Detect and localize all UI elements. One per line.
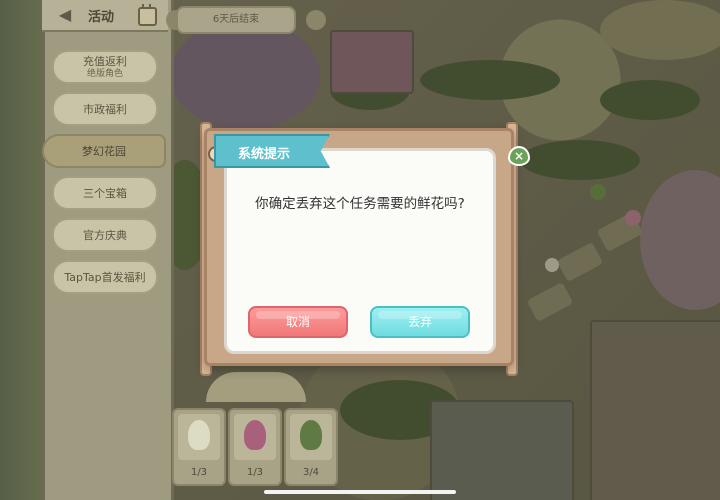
menu-item-label: 三个宝箱 bbox=[83, 187, 127, 200]
dialog-title-tag: 系统提示 bbox=[214, 134, 330, 168]
menu-item-taptap-launch[interactable]: TapTap首发福利 bbox=[52, 260, 158, 294]
close-button[interactable]: × bbox=[508, 146, 530, 166]
event-countdown-banner: 6天后结束 bbox=[176, 6, 296, 34]
item-count: 3/4 bbox=[302, 467, 320, 478]
menu-item-official-celebration[interactable]: 官方庆典 bbox=[52, 218, 158, 252]
back-button[interactable]: ◀ bbox=[54, 6, 76, 24]
menu-item-dream-garden[interactable]: 梦幻花园 bbox=[42, 134, 166, 168]
flower-item-card[interactable]: 3/4 bbox=[284, 408, 338, 486]
menu-item-recharge-rebate[interactable]: 充值返利 绝版角色 bbox=[52, 50, 158, 84]
white-flower-icon bbox=[188, 420, 210, 450]
menu-item-label: 官方庆典 bbox=[83, 229, 127, 242]
dialog-message: 你确定丢弃这个任务需要的鲜花吗? bbox=[255, 196, 465, 212]
menu-item-sublabel: 绝版角色 bbox=[86, 69, 123, 79]
pink-flower-icon bbox=[244, 420, 266, 450]
menu-item-label: 市政福利 bbox=[83, 103, 127, 116]
menu-item-municipal-welfare[interactable]: 市政福利 bbox=[52, 92, 158, 126]
garden-dome bbox=[206, 372, 306, 402]
activity-title: 活动 bbox=[88, 10, 115, 25]
banner-ornament bbox=[306, 10, 326, 30]
flower-item-card[interactable]: 1/3 bbox=[172, 408, 226, 486]
close-icon: × bbox=[513, 149, 525, 163]
arrow-left-icon: ◀ bbox=[58, 5, 72, 24]
left-decor-rail bbox=[0, 0, 48, 500]
flower-item-card[interactable]: 1/3 bbox=[228, 408, 282, 486]
menu-item-label: TapTap首发福利 bbox=[64, 271, 146, 284]
discard-button[interactable]: 丢弃 bbox=[370, 306, 470, 338]
menu-item-three-chests[interactable]: 三个宝箱 bbox=[52, 176, 158, 210]
home-indicator[interactable] bbox=[264, 490, 456, 494]
calendar-icon[interactable] bbox=[138, 4, 157, 26]
cancel-button[interactable]: 取消 bbox=[248, 306, 348, 338]
menu-item-label: 梦幻花园 bbox=[82, 145, 126, 158]
menu-item-label: 充值返利 bbox=[83, 55, 127, 68]
dialog-title: 系统提示 bbox=[238, 147, 291, 162]
green-plant-icon bbox=[300, 420, 322, 450]
item-count: 1/3 bbox=[190, 467, 208, 478]
item-count: 1/3 bbox=[246, 467, 264, 478]
